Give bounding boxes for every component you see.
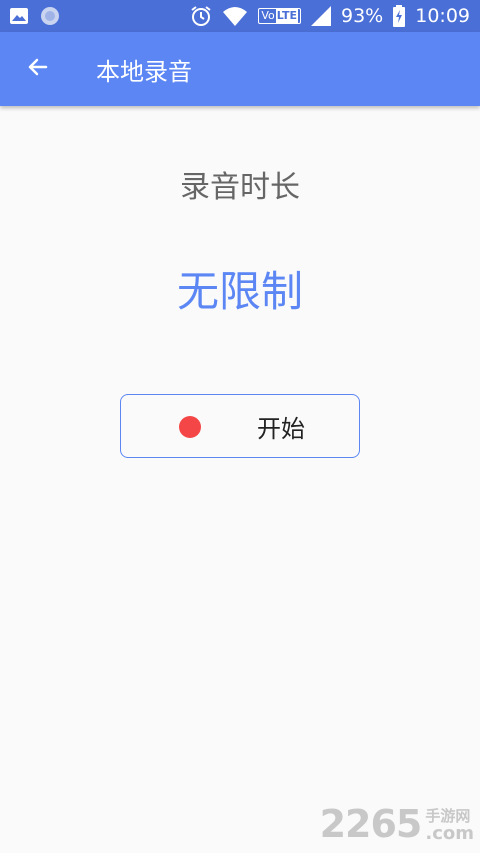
status-time: 10:09	[415, 5, 470, 27]
record-dot-icon	[179, 416, 201, 438]
alarm-icon	[190, 5, 212, 27]
back-button[interactable]	[0, 32, 76, 106]
duration-label: 录音时长	[180, 170, 300, 205]
duration-value: 无限制	[176, 267, 303, 316]
watermark-logo: 2265 手游网 .com	[320, 805, 474, 843]
signal-icon	[311, 6, 331, 26]
status-bar: Vo LTE 93% 10:09	[0, 0, 480, 32]
watermark-number: 2265	[319, 802, 423, 846]
app-bar: 本地录音	[0, 32, 480, 106]
sync-icon	[40, 6, 60, 26]
status-bar-right: Vo LTE 93% 10:09	[190, 5, 470, 27]
volte-icon: Vo LTE	[258, 8, 301, 24]
start-recording-button[interactable]: 开始	[120, 394, 360, 458]
arrow-left-icon	[26, 55, 50, 83]
battery-percent: 93%	[341, 5, 384, 27]
page-title: 本地录音	[96, 57, 192, 86]
watermark-side: 手游网 .com	[425, 807, 474, 843]
start-button-label: 开始	[257, 415, 305, 443]
lte-label: LTE	[275, 9, 298, 23]
image-icon	[10, 8, 28, 24]
volte-label: Vo	[261, 9, 275, 22]
battery-icon	[393, 5, 406, 27]
status-bar-left	[10, 6, 60, 26]
wifi-icon	[222, 6, 248, 26]
watermark-com-text: .com	[425, 823, 474, 844]
